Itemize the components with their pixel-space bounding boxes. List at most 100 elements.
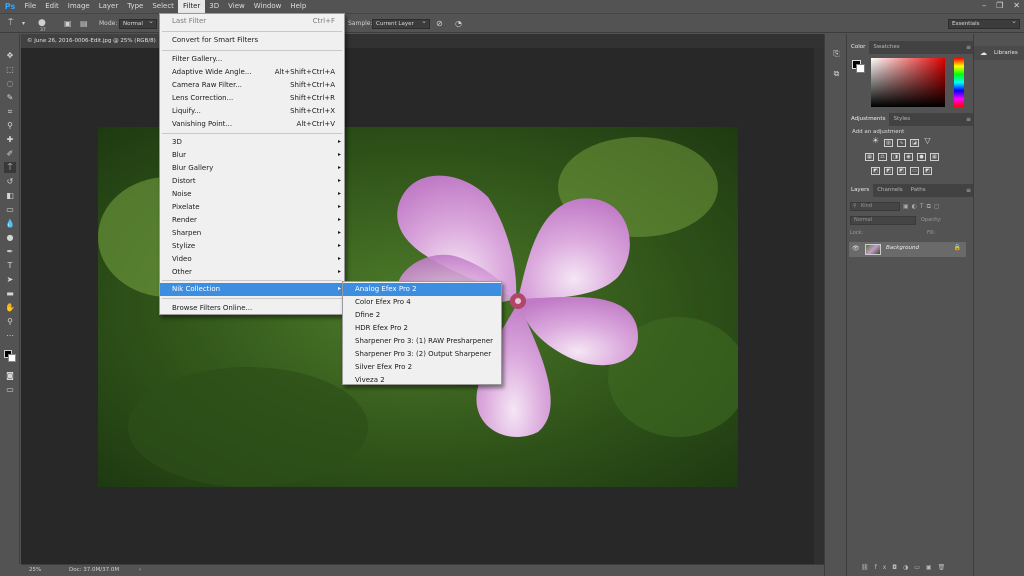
selective-color-icon[interactable]: ◩: [923, 167, 932, 175]
menu-image[interactable]: Image: [63, 0, 94, 13]
panel-menu-icon[interactable]: ≡: [966, 116, 971, 123]
libraries-tab[interactable]: ☁ Libraries: [974, 46, 1024, 60]
menu-item-liquify[interactable]: Liquify... Shift+Ctrl+X: [160, 105, 344, 118]
chevron-down-icon[interactable]: ▾: [22, 18, 25, 29]
zoom-level[interactable]: 25%: [29, 565, 41, 576]
menu-item-sharpen[interactable]: Sharpen ▸: [160, 227, 344, 240]
gradient-map-icon[interactable]: ▭: [910, 167, 919, 175]
workspace-select[interactable]: Essentials: [948, 17, 1020, 29]
menu-item-video[interactable]: Video ▸: [160, 253, 344, 266]
submenu-item-viveza-2[interactable]: Viveza 2: [343, 374, 501, 387]
path-select-tool-icon[interactable]: ➤: [4, 274, 16, 285]
minimize-button[interactable]: –: [982, 1, 986, 10]
menu-window[interactable]: Window: [249, 0, 286, 13]
history-brush-tool-icon[interactable]: ↺: [4, 176, 16, 187]
menu-item-blur-gallery[interactable]: Blur Gallery ▸: [160, 162, 344, 175]
menu-item-noise[interactable]: Noise ▸: [160, 188, 344, 201]
shape-tool-icon[interactable]: ▬: [4, 288, 16, 299]
menu-item-adaptive-wide-angle[interactable]: Adaptive Wide Angle... Alt+Shift+Ctrl+A: [160, 66, 344, 79]
menu-layer[interactable]: Layer: [94, 0, 123, 13]
clone-stamp-preset-icon[interactable]: ⍑: [8, 18, 13, 29]
blend-mode-select[interactable]: Normal: [850, 216, 916, 225]
panel-menu-icon[interactable]: ≡: [966, 44, 971, 51]
pen-tool-icon[interactable]: ✒: [4, 246, 16, 257]
color-swatches-icon[interactable]: [4, 350, 16, 362]
menu-item-nik-collection[interactable]: Nik Collection ▸: [160, 283, 344, 296]
mode-select[interactable]: Normal: [119, 17, 157, 29]
visibility-eye-icon[interactable]: 👁: [852, 245, 860, 252]
black-white-icon[interactable]: ◨: [891, 153, 900, 161]
submenu-item-color-efex-pro-4[interactable]: Color Efex Pro 4: [343, 296, 501, 309]
healing-brush-tool-icon[interactable]: ✚: [4, 134, 16, 145]
marquee-tool-icon[interactable]: ⬚: [4, 64, 16, 75]
blur-tool-icon[interactable]: 💧: [4, 218, 16, 229]
menu-item-browse-filters-online[interactable]: Browse Filters Online...: [160, 302, 344, 315]
layer-filter-select[interactable]: ⚲ Kind: [850, 202, 900, 211]
vertical-scrollbar[interactable]: [814, 48, 824, 564]
restore-button[interactable]: ❐: [996, 1, 1003, 10]
submenu-item-hdr-efex-pro-2[interactable]: HDR Efex Pro 2: [343, 322, 501, 335]
photo-filter-icon[interactable]: ◉: [904, 153, 913, 161]
threshold-icon[interactable]: ◩: [897, 167, 906, 175]
menu-item-pixelate[interactable]: Pixelate ▸: [160, 201, 344, 214]
menu-type[interactable]: Type: [123, 0, 148, 13]
history-panel-icon[interactable]: ⎘: [831, 48, 842, 59]
layer-row-background[interactable]: 👁 Background 🔒: [849, 242, 966, 257]
screen-mode-icon[interactable]: ▭: [4, 384, 16, 395]
submenu-item-sharpener-raw-presharpener[interactable]: Sharpener Pro 3: (1) RAW Presharpener: [343, 335, 501, 348]
brush-tool-icon[interactable]: ✐: [4, 148, 16, 159]
sample-select[interactable]: Current Layer: [372, 17, 430, 29]
move-tool-icon[interactable]: ✥: [4, 50, 16, 61]
curves-icon[interactable]: ∿: [897, 139, 906, 147]
menu-view[interactable]: View: [224, 0, 250, 13]
document-tab[interactable]: © June 26, 2016-0006-Edit.jpg @ 25% (RGB…: [21, 34, 161, 48]
menu-item-vanishing-point[interactable]: Vanishing Point... Alt+Ctrl+V: [160, 118, 344, 131]
menu-item-other[interactable]: Other ▸: [160, 266, 344, 279]
tab-styles[interactable]: Styles: [889, 113, 914, 126]
menu-file[interactable]: File: [20, 0, 41, 13]
eyedropper-tool-icon[interactable]: ⚲: [4, 120, 16, 131]
menu-item-camera-raw-filter[interactable]: Camera Raw Filter... Shift+Ctrl+A: [160, 79, 344, 92]
invert-icon[interactable]: ◩: [871, 167, 880, 175]
brush-panel-icon[interactable]: ▣: [64, 18, 72, 29]
menu-item-stylize[interactable]: Stylize ▸: [160, 240, 344, 253]
menu-edit[interactable]: Edit: [41, 0, 64, 13]
pressure-icon[interactable]: ◔: [455, 18, 462, 29]
gradient-tool-icon[interactable]: ▭: [4, 204, 16, 215]
hue-sat-icon[interactable]: ▦: [865, 153, 874, 161]
menu-3d[interactable]: 3D: [205, 0, 224, 13]
eraser-tool-icon[interactable]: ◧: [4, 190, 16, 201]
color-field[interactable]: [871, 58, 945, 107]
status-arrow-icon[interactable]: ›: [139, 565, 141, 576]
submenu-item-analog-efex-pro-2[interactable]: Analog Efex Pro 2: [343, 283, 501, 296]
menu-item-3d[interactable]: 3D ▸: [160, 136, 344, 149]
tab-channels[interactable]: Channels: [873, 184, 906, 197]
menu-item-distort[interactable]: Distort ▸: [160, 175, 344, 188]
tab-color[interactable]: Color: [847, 41, 870, 54]
menu-help[interactable]: Help: [286, 0, 311, 13]
properties-panel-icon[interactable]: ⧉: [831, 68, 842, 79]
menu-item-convert-smart-filters[interactable]: Convert for Smart Filters: [160, 34, 344, 47]
clone-stamp-tool-icon[interactable]: ⍑: [4, 162, 16, 173]
submenu-item-dfine-2[interactable]: Dfine 2: [343, 309, 501, 322]
menu-item-filter-gallery[interactable]: Filter Gallery...: [160, 53, 344, 66]
quick-select-tool-icon[interactable]: ✎: [4, 92, 16, 103]
menu-item-lens-correction[interactable]: Lens Correction... Shift+Ctrl+R: [160, 92, 344, 105]
hand-tool-icon[interactable]: ✋: [4, 302, 16, 313]
tab-adjustments[interactable]: Adjustments: [847, 113, 890, 126]
type-tool-icon[interactable]: T: [4, 260, 16, 271]
tab-swatches[interactable]: Swatches: [869, 41, 903, 54]
menu-select[interactable]: Select: [148, 0, 179, 13]
layer-name[interactable]: Background: [886, 245, 919, 251]
vibrance-icon[interactable]: ▽: [923, 137, 932, 146]
menu-filter[interactable]: Filter: [178, 0, 205, 13]
color-balance-icon[interactable]: ⚖: [878, 153, 887, 161]
tab-paths[interactable]: Paths: [907, 184, 930, 197]
layer-filter-icons[interactable]: ▣◐T⧉▢: [903, 202, 967, 211]
close-button[interactable]: ✕: [1013, 1, 1020, 10]
posterize-icon[interactable]: ◩: [884, 167, 893, 175]
color-lookup-icon[interactable]: ▦: [930, 153, 939, 161]
brightness-icon[interactable]: ☀: [871, 137, 880, 146]
quick-mask-icon[interactable]: ◙: [4, 370, 16, 381]
ignore-adjustments-icon[interactable]: ⊘: [436, 18, 443, 29]
